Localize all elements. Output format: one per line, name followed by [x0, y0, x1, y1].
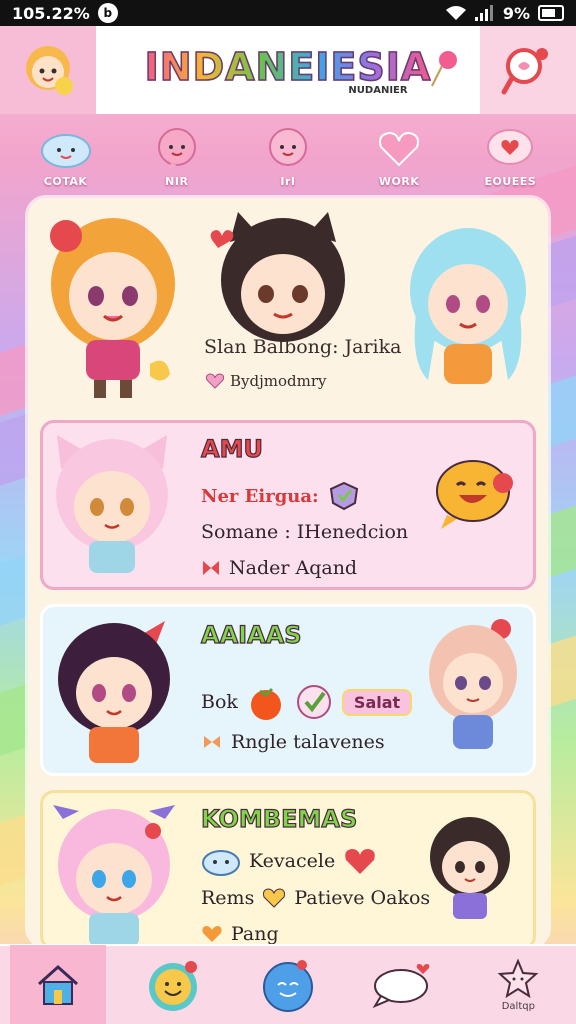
chat-face-icon — [268, 127, 307, 166]
laughing-emoji-icon — [436, 460, 513, 529]
nav-label: COTAK — [43, 174, 88, 188]
bow-icon — [203, 561, 219, 575]
category-nav: COTAK NIR IrI WORK EOUEES — [0, 114, 576, 198]
card-name: KOMBEMAS — [200, 804, 358, 833]
bottom-tab-bar: Daltqp — [0, 944, 576, 1024]
heart-icon — [263, 888, 286, 908]
star-face-icon — [497, 958, 539, 998]
nav-item-iri[interactable]: IrI — [238, 125, 338, 188]
card-line: Bok Salat — [201, 683, 413, 721]
hero-subtitle: Bydjmodmry — [206, 372, 326, 390]
character-card[interactable]: KOMBEMAS Kevacele Rems Patieve Oakos Pan… — [40, 790, 536, 946]
nav-label: WORK — [378, 174, 420, 188]
card-line-text: Kevacele — [249, 850, 336, 872]
hero-title: Slan Balbong: Jarika — [204, 336, 402, 358]
checkmark-icon — [296, 685, 331, 719]
battery-percent: 9% — [502, 3, 530, 23]
salat-badge[interactable]: Salat — [341, 688, 413, 716]
card-line-text: Bok — [201, 691, 238, 713]
tab-smiley[interactable] — [125, 945, 221, 1024]
card-line-text: Pang — [231, 923, 279, 945]
tab-blue-smiley[interactable] — [240, 945, 336, 1024]
heart-icon — [345, 849, 375, 874]
nav-item-nir[interactable]: NIR — [127, 125, 227, 188]
signal-icon — [474, 5, 493, 21]
character-blue-hair — [410, 228, 526, 384]
shield-icon — [329, 481, 358, 511]
card-line: Somane : IHenedcion — [201, 521, 408, 543]
tomato-icon — [250, 687, 281, 720]
lollipop-icon — [431, 51, 457, 87]
tab-home[interactable] — [9, 945, 106, 1024]
heart-chat-icon — [379, 131, 420, 166]
search-icon — [501, 48, 548, 95]
nav-item-work[interactable]: WORK — [349, 125, 449, 188]
card-line-text: Patieve Oakos — [294, 887, 431, 909]
tab-label: Daltqp — [501, 1000, 535, 1012]
cookie-icon — [204, 736, 220, 748]
character-card[interactable]: AMU Ner Eirgua: Somane : IHenedcion Nade… — [40, 420, 536, 590]
card-line-text: Nader Aqand — [229, 557, 358, 579]
nav-label: IrI — [280, 174, 296, 188]
app-subtitle: NUDANIER — [348, 84, 408, 96]
character-pink-bow — [53, 805, 175, 946]
cloud-face-icon — [202, 850, 240, 876]
home-icon — [37, 964, 78, 1005]
search-button[interactable] — [480, 26, 576, 114]
character-peach-hair — [429, 619, 517, 749]
notification-icon: b — [97, 3, 118, 23]
card-line: Pang — [201, 923, 279, 945]
card-name: AAIAAS — [200, 620, 302, 649]
battery-icon — [538, 5, 564, 21]
card-line-text: Somane : IHenedcion — [201, 521, 409, 543]
nav-item-eouees[interactable]: EOUEES — [460, 125, 560, 188]
avatar-icon — [26, 46, 73, 95]
chat-cloud-icon — [372, 964, 430, 1009]
chat-face-icon — [157, 127, 196, 169]
character-brown-hair — [430, 817, 510, 919]
nav-label: NIR — [165, 174, 189, 188]
character-purple-hair — [58, 621, 170, 763]
main-panel: Slan Balbong: Jarika Bydjmodmry AMU Ner … — [28, 198, 548, 946]
app-title: INDANEIESIA — [144, 44, 432, 90]
app-header: INDANEIESIA NUDANIER — [0, 26, 576, 114]
card-line: Rngle talavenes — [201, 731, 385, 753]
status-bar: 105.22% b 9% — [0, 0, 576, 26]
cloud-face-icon — [40, 133, 91, 168]
wifi-icon — [445, 6, 466, 20]
status-time: 105.22% — [12, 3, 90, 23]
card-line-text: Rngle talavenes — [231, 731, 385, 753]
heart-bubble-icon — [487, 128, 534, 165]
hero-banner[interactable]: Slan Balbong: Jarika Bydjmodmry — [28, 198, 548, 408]
card-name: AMU — [200, 434, 263, 463]
character-orange-hair — [50, 218, 175, 398]
character-pink-cat — [56, 435, 168, 573]
tab-profile[interactable]: Daltqp — [470, 945, 566, 1024]
character-card[interactable]: AAIAAS Bok Salat Rngle talavenes — [40, 604, 536, 776]
heart-icon — [206, 373, 224, 389]
blue-smiley-icon — [262, 960, 313, 1012]
card-line-text: Rems — [201, 887, 255, 909]
hero-subtitle-text: Bydjmodmry — [230, 372, 327, 390]
card-line: Ner Eirgua: — [201, 481, 361, 511]
profile-avatar[interactable] — [0, 26, 96, 114]
nav-item-cotak[interactable]: COTAK — [16, 125, 116, 188]
title-banner: INDANEIESIA NUDANIER — [96, 26, 480, 114]
smiley-icon — [148, 961, 197, 1011]
tab-chat[interactable] — [355, 945, 451, 1024]
card-line: Nader Aqand — [201, 557, 357, 579]
nav-label: EOUEES — [484, 174, 537, 188]
heart-icon — [202, 926, 222, 942]
card-line: Kevacele — [201, 845, 377, 877]
card-line: Rems Patieve Oakos — [201, 887, 430, 909]
card-line-text: Ner Eirgua: — [201, 485, 319, 507]
